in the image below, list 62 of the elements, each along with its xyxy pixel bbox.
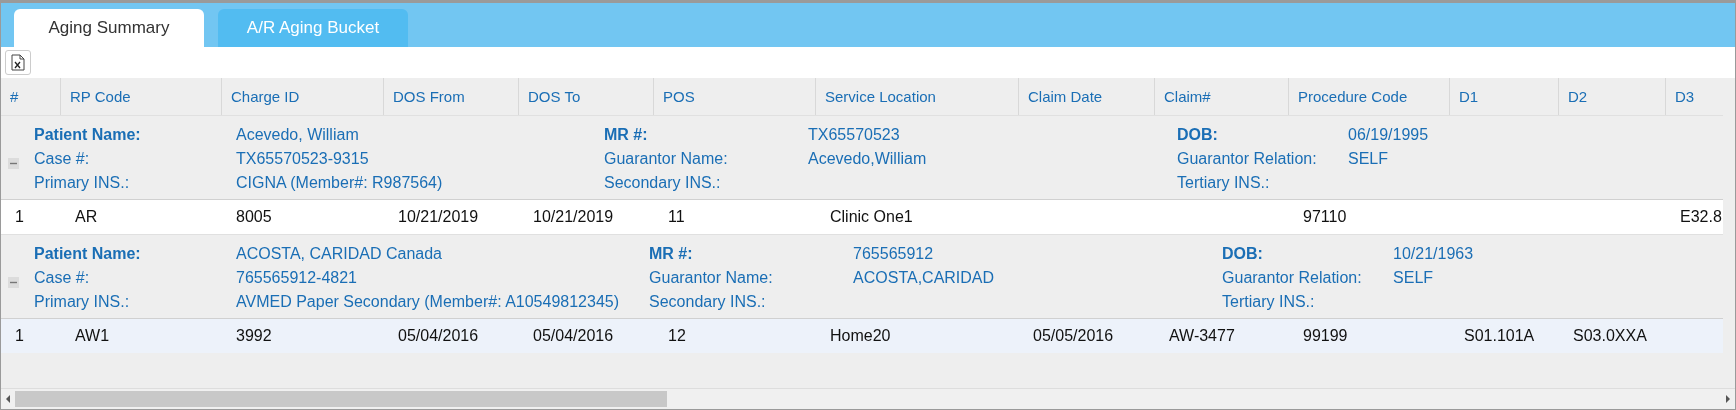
field-value: TX65570523 (808, 125, 901, 145)
field-value: Acevedo,William (808, 149, 928, 169)
field-label: DOB: (1222, 244, 1264, 264)
field-label: Guarantor Relation: (1177, 149, 1318, 169)
table-cell: 11 (668, 208, 685, 225)
field-label: MR #: (604, 125, 649, 145)
field-label: Tertiary INS.: (1222, 292, 1316, 312)
field-value: SELF (1393, 268, 1435, 288)
excel-export-button[interactable] (5, 50, 31, 75)
field-value: AVMED Paper Secondary (Member#: A10549812345) (236, 292, 621, 312)
table-cell: 1 (15, 327, 24, 344)
field-value: 765565912 (853, 244, 935, 264)
field-label: Secondary INS.: (649, 292, 767, 312)
table-cell: AR (75, 208, 98, 225)
field-label: Patient Name: (34, 125, 142, 145)
field-label: Primary INS.: (34, 292, 131, 312)
table-cell: 05/04/2016 (533, 327, 614, 344)
field-label: Secondary INS.: (604, 173, 722, 193)
field-label: Guarantor Name: (649, 268, 774, 288)
field-value: 10/21/1963 (1393, 244, 1475, 264)
table-cell: 10/21/2019 (398, 208, 479, 225)
field-value: ACOSTA, CARIDAD Canada (236, 244, 443, 264)
field-value: CIGNA (Member#: R987564) (236, 173, 444, 193)
collapse-icon[interactable] (8, 277, 19, 288)
table-cell: 1 (15, 208, 24, 225)
field-value: 765565912-4821 (236, 268, 358, 288)
tab[interactable]: Aging Summary (14, 9, 204, 47)
field-label: Case #: (34, 149, 91, 169)
table-cell: Clinic One1 (830, 208, 913, 225)
field-value: ACOSTA,CARIDAD (853, 268, 996, 288)
field-label: Tertiary INS.: (1177, 173, 1271, 193)
field-label: Guarantor Relation: (1222, 268, 1363, 288)
table-row[interactable]: 1 AW1 3992 05/04/2016 05/04/2016 12 Home20 05/05/2016 AW-3477 99199 S01.101A S03.0XXA (1, 318, 1723, 353)
table-cell: S01.101A (1464, 327, 1535, 344)
table-cell: 3992 (236, 327, 272, 344)
table-cell: 8005 (236, 208, 272, 225)
table-row[interactable]: 1 AR 8005 10/21/2019 10/21/2019 11 Clinic One1 97110 E32.8 (1, 199, 1723, 234)
field-label: Guarantor Name: (604, 149, 729, 169)
field-label: Primary INS.: (34, 173, 131, 193)
collapse-icon[interactable] (8, 158, 19, 169)
scrollbar-thumb[interactable] (15, 391, 667, 407)
field-value: TX65570523-9315 (236, 149, 370, 169)
table-cell: 05/05/2016 (1033, 327, 1114, 344)
field-value: SELF (1348, 149, 1389, 169)
table-cell: 05/04/2016 (398, 327, 479, 344)
spreadsheet-file-icon (11, 54, 25, 71)
field-value: Acevedo, William (236, 125, 360, 145)
field-value: 06/19/1995 (1348, 125, 1430, 145)
table-cell: 99199 (1303, 327, 1348, 344)
table-cell: 97110 (1303, 208, 1347, 225)
table-cell: AW-3477 (1169, 327, 1235, 344)
field-label: MR #: (649, 244, 694, 264)
table-cell: Home20 (830, 327, 891, 344)
table-cell: AW1 (75, 327, 110, 344)
field-label: DOB: (1177, 125, 1219, 145)
horizontal-scrollbar[interactable] (1, 388, 1735, 409)
field-label: Patient Name: (34, 244, 142, 264)
field-label: Case #: (34, 268, 91, 288)
table-cell: E32.8 (1680, 208, 1722, 225)
table-cell: 10/21/2019 (533, 208, 614, 225)
table-cell: S03.0XXA (1573, 327, 1647, 344)
table-cell: 12 (668, 327, 686, 344)
